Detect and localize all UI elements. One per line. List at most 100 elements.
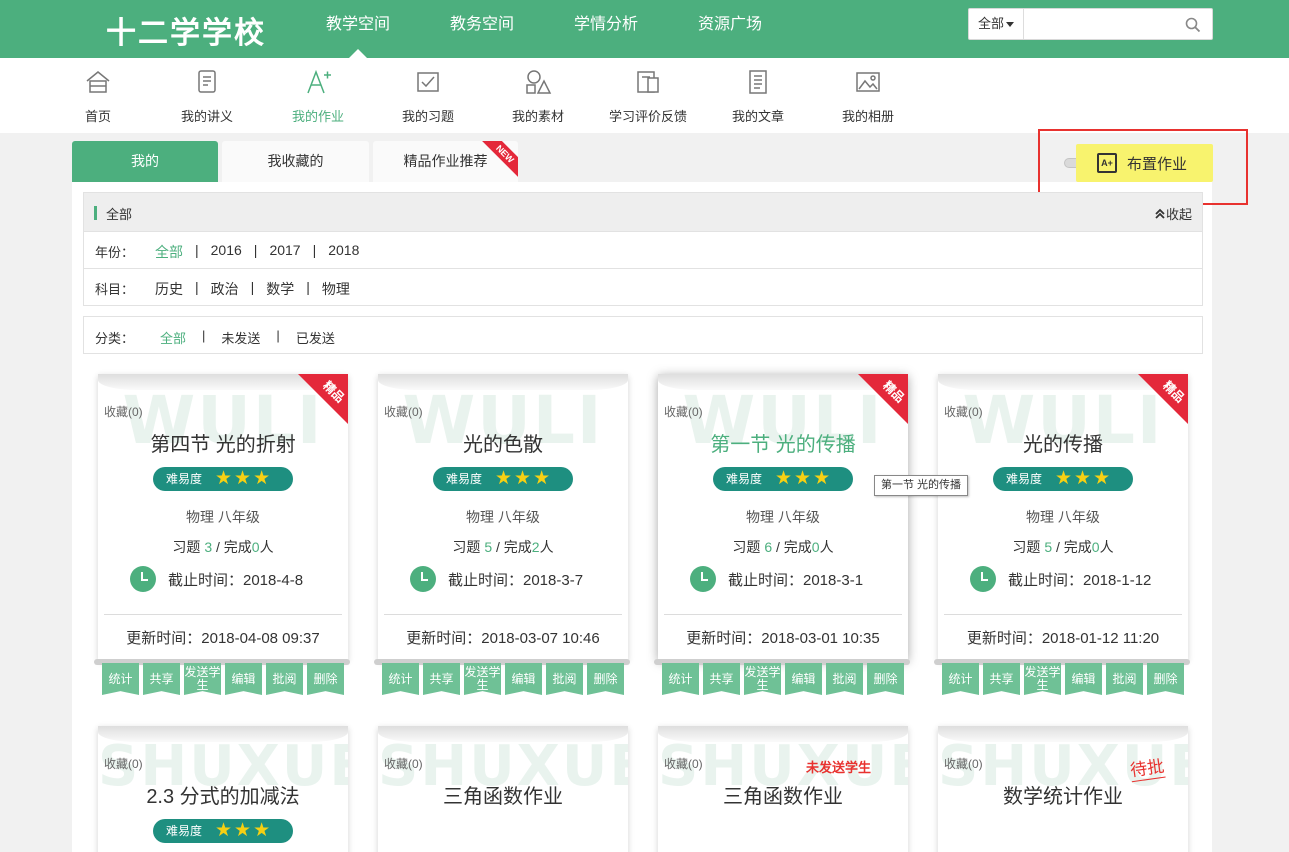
- homework-card[interactable]: SHUXUE 收藏(0) 2.3 分式的加减法 难易度 ★★★: [98, 726, 348, 852]
- favorite-count[interactable]: 收藏(0): [944, 403, 983, 420]
- card-deadline: 截止时间：2018-3-1: [690, 566, 863, 592]
- sub-nav-lectures[interactable]: 我的讲义: [152, 68, 262, 125]
- card-title[interactable]: 数学统计作业: [938, 780, 1188, 809]
- edit-button[interactable]: 编辑: [1065, 663, 1102, 695]
- stats-button[interactable]: 统计: [382, 663, 419, 695]
- send-to-students-button[interactable]: 发送学生: [1024, 663, 1061, 695]
- favorite-count[interactable]: 收藏(0): [104, 755, 143, 772]
- stats-button[interactable]: 统计: [662, 663, 699, 695]
- sub-nav-homework[interactable]: 我的作业: [263, 68, 373, 125]
- top-nav-academic-space[interactable]: 教务空间: [420, 0, 544, 58]
- delete-button[interactable]: 删除: [867, 663, 904, 695]
- card-title[interactable]: 2.3 分式的加减法: [98, 780, 348, 809]
- homework-card[interactable]: SHUXUE 收藏(0) 三角函数作业: [378, 726, 628, 852]
- homework-card[interactable]: WULI 收藏(0) 第四节 光的折射 难易度 ★★★ 物理 八年级 习题 3 /…: [98, 374, 348, 660]
- share-button[interactable]: 共享: [983, 663, 1020, 695]
- edit-button[interactable]: 编辑: [225, 663, 262, 695]
- star-icon: ★★★: [775, 468, 833, 489]
- card-title[interactable]: 三角函数作业: [658, 780, 908, 809]
- card-title[interactable]: 三角函数作业: [378, 780, 628, 809]
- questions-label: 习题: [452, 539, 481, 555]
- stats-button[interactable]: 统计: [102, 663, 139, 695]
- homework-card[interactable]: SHUXUE 收藏(0) 数学统计作业 待批: [938, 726, 1188, 852]
- favorite-count[interactable]: 收藏(0): [944, 755, 983, 772]
- feedback-icon: [637, 71, 659, 93]
- category-option-all[interactable]: 全部: [160, 328, 186, 347]
- sub-nav-label: 学习评价反馈: [608, 109, 687, 124]
- favorite-count[interactable]: 收藏(0): [384, 755, 423, 772]
- share-button[interactable]: 共享: [423, 663, 460, 695]
- year-option-all[interactable]: 全部: [155, 242, 183, 262]
- top-nav-teaching-space[interactable]: 教学空间: [296, 0, 420, 58]
- tab-favorites[interactable]: 我收藏的: [222, 141, 369, 182]
- stats-button[interactable]: 统计: [942, 663, 979, 695]
- difficulty-badge: 难易度 ★★★: [153, 467, 293, 491]
- category-option-sent[interactable]: 已发送: [296, 328, 335, 347]
- difficulty-label: 难易度: [726, 472, 763, 486]
- review-button[interactable]: 批阅: [546, 663, 583, 695]
- category-option-unsent[interactable]: 未发送: [221, 328, 260, 347]
- featured-ribbon: 精品: [298, 374, 348, 424]
- edit-button[interactable]: 编辑: [505, 663, 542, 695]
- search-scope-select[interactable]: 全部: [969, 9, 1024, 39]
- deadline-text: 截止时间：2018-4-8: [168, 571, 304, 589]
- send-to-students-button[interactable]: 发送学生: [744, 663, 781, 695]
- subject-filter-row: 科目： 历史 | 政治 | 数学 | 物理: [84, 269, 1202, 306]
- title-tooltip: 第一节 光的传播: [874, 475, 969, 496]
- card-deadline: 截止时间：2018-4-8: [130, 566, 303, 592]
- top-nav-resource-square[interactable]: 资源广场: [668, 0, 792, 58]
- card-title[interactable]: 光的传播: [938, 428, 1188, 457]
- tab-mine[interactable]: 我的: [72, 141, 218, 182]
- share-button[interactable]: 共享: [703, 663, 740, 695]
- search-icon[interactable]: [1185, 17, 1201, 33]
- sub-nav-materials[interactable]: 我的素材: [483, 68, 593, 125]
- subject-option-history[interactable]: 历史: [155, 279, 183, 299]
- favorite-count[interactable]: 收藏(0): [664, 755, 703, 772]
- delete-button[interactable]: 删除: [1147, 663, 1184, 695]
- year-option-2018[interactable]: 2018: [328, 242, 359, 262]
- homework-card[interactable]: WULI 收藏(0) 第一节 光的传播 难易度 ★★★ 物理 八年级 习题 6 /…: [658, 374, 908, 660]
- tab-featured[interactable]: 精品作业推荐 NEW: [373, 141, 518, 182]
- completed-unit: 人: [259, 539, 274, 555]
- year-option-2017[interactable]: 2017: [269, 242, 300, 262]
- card-title[interactable]: 第一节 光的传播: [658, 428, 908, 457]
- favorite-count[interactable]: 收藏(0): [384, 403, 423, 420]
- review-button[interactable]: 批阅: [826, 663, 863, 695]
- card-title[interactable]: 光的色散: [378, 428, 628, 457]
- filter-header: 全部 收起: [84, 193, 1202, 232]
- delete-button[interactable]: 删除: [307, 663, 344, 695]
- subject-option-math[interactable]: 数学: [266, 279, 294, 299]
- favorite-count[interactable]: 收藏(0): [104, 403, 143, 420]
- send-to-students-button[interactable]: 发送学生: [464, 663, 501, 695]
- article-icon: [749, 70, 767, 94]
- sub-nav-album[interactable]: 我的相册: [813, 68, 923, 125]
- year-option-2016[interactable]: 2016: [211, 242, 242, 262]
- clock-icon: [690, 566, 716, 592]
- separator: |: [195, 242, 199, 258]
- homework-card[interactable]: WULI 收藏(0) 光的传播 难易度 ★★★ 物理 八年级 习题 5 / 完成0…: [938, 374, 1188, 660]
- sub-nav-feedback[interactable]: 学习评价反馈: [593, 68, 703, 125]
- subject-option-politics[interactable]: 政治: [211, 279, 239, 299]
- subject-label: 科目：: [95, 282, 135, 297]
- card-title[interactable]: 第四节 光的折射: [98, 428, 348, 457]
- shapes-icon: [526, 70, 552, 94]
- difficulty-badge: 难易度 ★★★: [993, 467, 1133, 491]
- send-to-students-button[interactable]: 发送学生: [184, 663, 221, 695]
- favorite-count[interactable]: 收藏(0): [664, 403, 703, 420]
- homework-card[interactable]: SHUXUE 收藏(0) 三角函数作业 未发送学生: [658, 726, 908, 852]
- homework-card[interactable]: WULI 收藏(0) 光的色散 难易度 ★★★ 物理 八年级 习题 5 / 完成2…: [378, 374, 628, 660]
- sub-nav-articles[interactable]: 我的文章: [703, 68, 813, 125]
- school-logo: 十二学学校: [106, 17, 266, 50]
- share-button[interactable]: 共享: [143, 663, 180, 695]
- subject-option-physics[interactable]: 物理: [322, 279, 350, 299]
- edit-button[interactable]: 编辑: [785, 663, 822, 695]
- top-nav-learning-analysis[interactable]: 学情分析: [544, 0, 668, 58]
- review-button[interactable]: 批阅: [266, 663, 303, 695]
- review-button[interactable]: 批阅: [1106, 663, 1143, 695]
- delete-button[interactable]: 删除: [587, 663, 624, 695]
- search-input[interactable]: [1024, 10, 1174, 38]
- collapse-button[interactable]: 收起: [1154, 204, 1192, 223]
- sub-nav-label: 我的相册: [841, 109, 894, 124]
- sub-nav-exercises[interactable]: 我的习题: [373, 68, 483, 125]
- sub-nav-home[interactable]: 首页: [43, 68, 153, 125]
